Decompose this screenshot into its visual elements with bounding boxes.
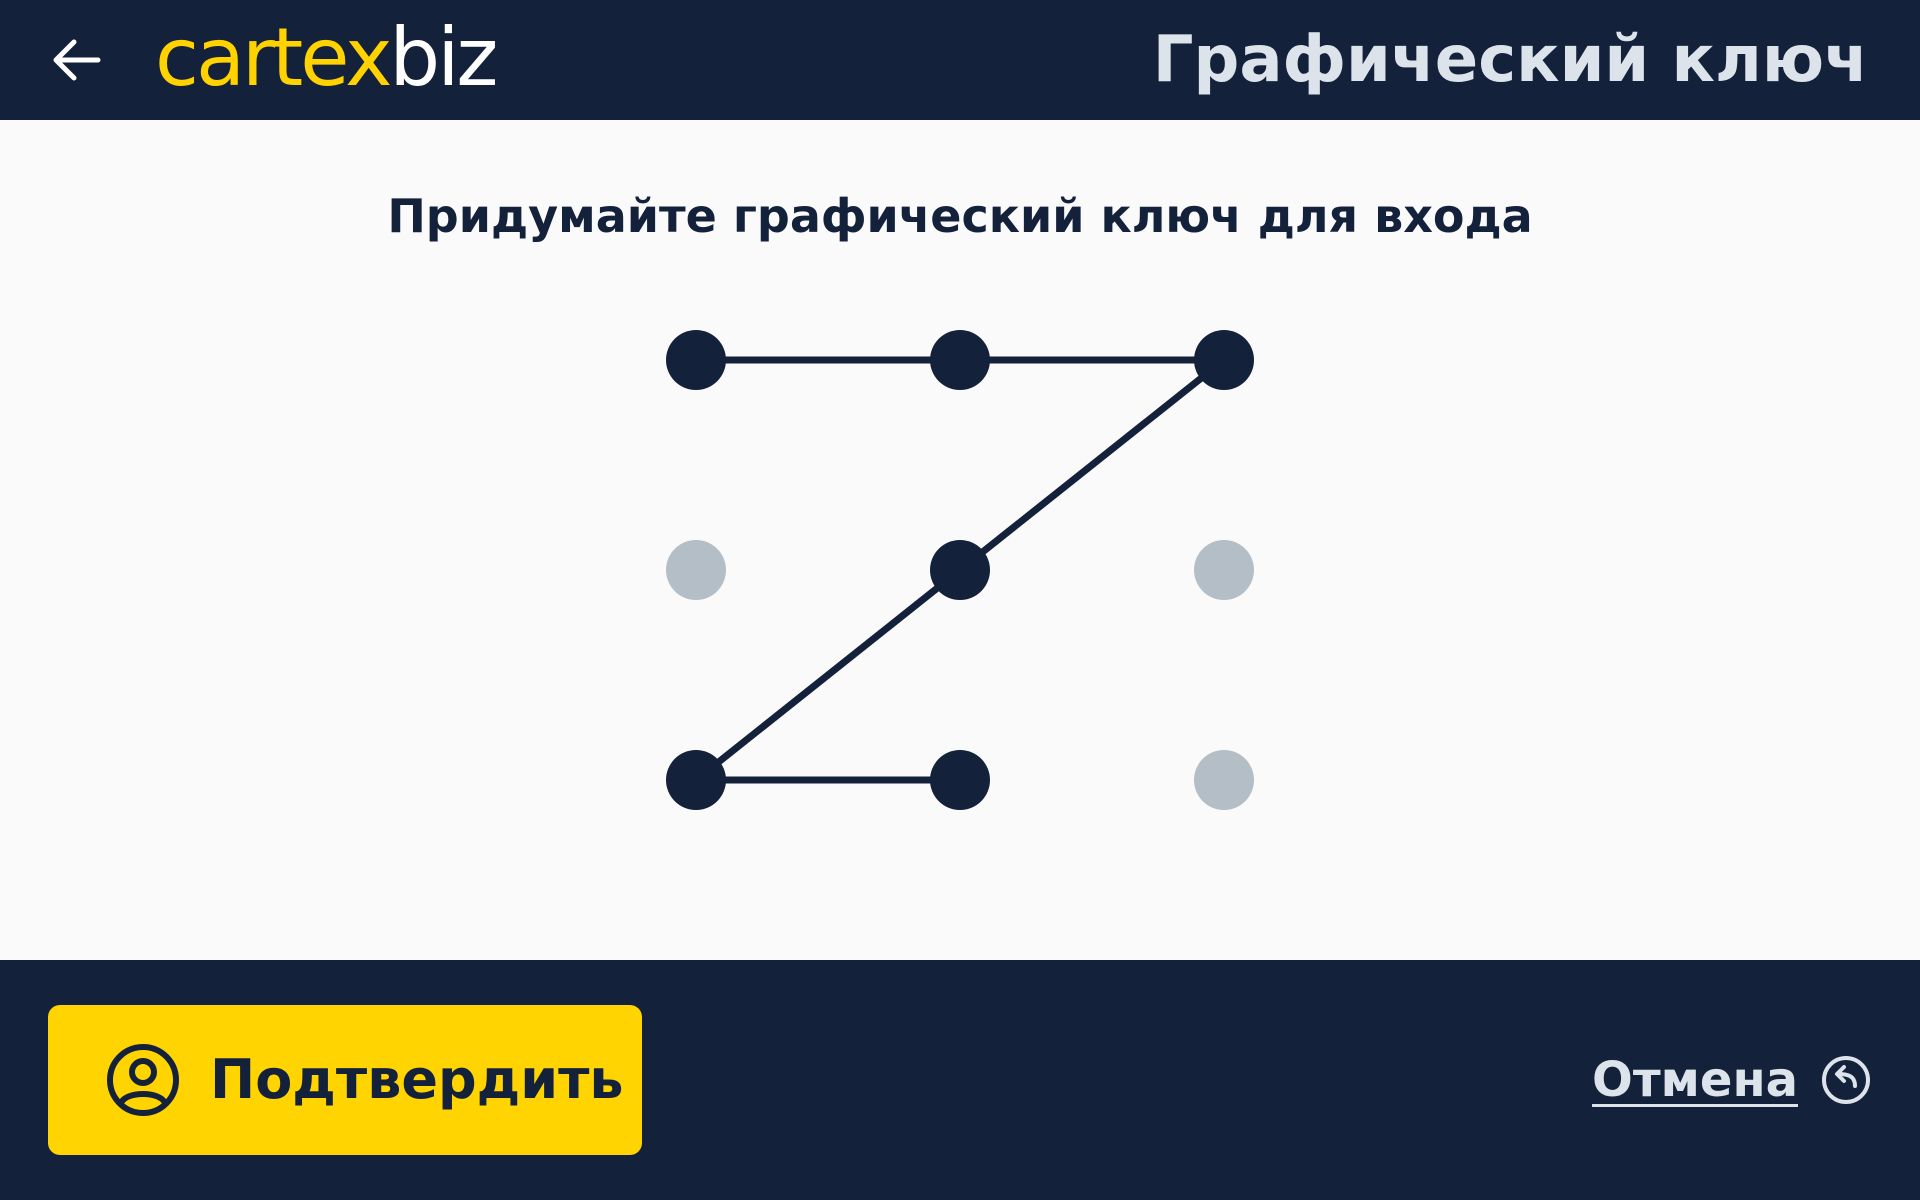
- pattern-lock-grid[interactable]: [0, 120, 1920, 960]
- cancel-button-label: Отмена: [1592, 1052, 1798, 1108]
- pattern-dot-inactive[interactable]: [1194, 750, 1254, 810]
- footer-bar: Подтвердить Отмена: [0, 960, 1920, 1200]
- screen-title: Графический ключ: [1152, 23, 1868, 97]
- brand-logo: cartexbiz: [155, 11, 498, 104]
- pattern-dot-active[interactable]: [930, 330, 990, 390]
- undo-circle-icon: [1822, 1056, 1870, 1104]
- pattern-dot-active[interactable]: [666, 330, 726, 390]
- confirm-button[interactable]: Подтвердить: [48, 1005, 642, 1155]
- pattern-dot-inactive[interactable]: [1194, 540, 1254, 600]
- pattern-dot-active[interactable]: [930, 540, 990, 600]
- confirm-button-label: Подтвердить: [210, 1048, 624, 1111]
- pattern-dot-inactive[interactable]: [666, 540, 726, 600]
- arrow-left-icon: [53, 39, 101, 81]
- pattern-dot-active[interactable]: [666, 750, 726, 810]
- back-button[interactable]: [38, 22, 114, 98]
- user-circle-icon: [107, 1044, 179, 1116]
- logo-part-biz: biz: [389, 11, 498, 104]
- header-bar: cartexbiz Графический ключ: [0, 0, 1920, 120]
- pattern-segment: [957, 357, 1227, 573]
- pattern-segment: [693, 567, 963, 783]
- cancel-button[interactable]: Отмена: [1592, 1043, 1872, 1117]
- pattern-dot-active[interactable]: [930, 750, 990, 810]
- pattern-setup-area: Придумайте графический ключ для входа: [0, 120, 1920, 960]
- pattern-dot-active[interactable]: [1194, 330, 1254, 390]
- logo-part-cartex: cartex: [155, 11, 392, 104]
